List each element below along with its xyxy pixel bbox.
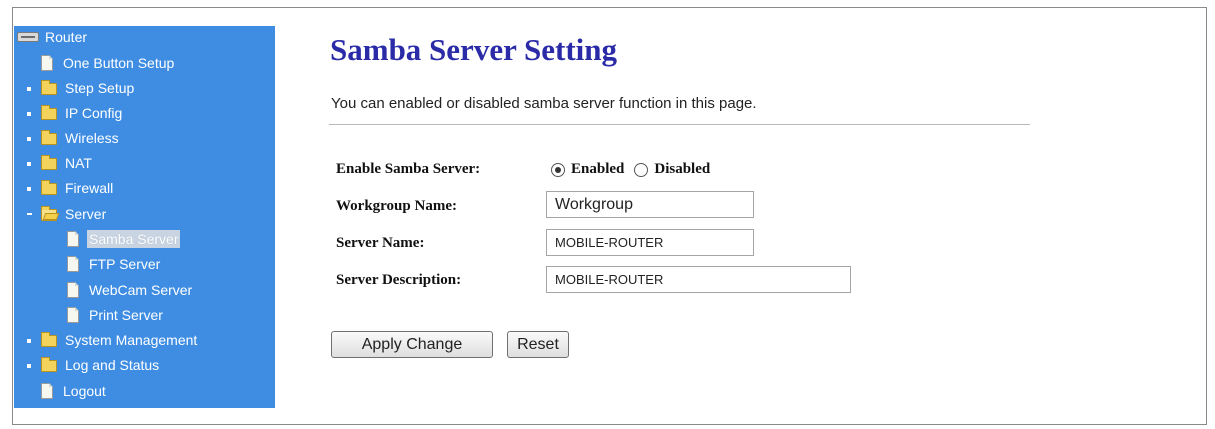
sidebar-item-label: One Button Setup: [63, 55, 175, 71]
sidebar-item-label: NAT: [65, 155, 92, 171]
page-icon: [67, 256, 79, 272]
sidebar-nav: Router One Button Setup Step Setup IP Co…: [14, 26, 275, 408]
tree-bullet: [27, 112, 31, 116]
page-icon: [41, 383, 53, 399]
sidebar-item-nat[interactable]: NAT: [41, 152, 92, 174]
sidebar-item-wireless[interactable]: Wireless: [41, 127, 119, 149]
sidebar-item-label: Step Setup: [65, 80, 135, 96]
tree-bullet: [27, 137, 31, 141]
sidebar-item-firewall[interactable]: Firewall: [41, 177, 113, 199]
sidebar-item-ftp-server[interactable]: FTP Server: [67, 253, 160, 275]
sidebar-item-label: System Management: [65, 332, 198, 348]
sidebar-item-label: WebCam Server: [89, 282, 193, 298]
page-icon: [41, 55, 53, 71]
page-icon: [67, 231, 79, 247]
page-description: You can enabled or disabled samba server…: [331, 95, 757, 112]
sidebar-item-ip-config[interactable]: IP Config: [41, 102, 122, 124]
reset-button[interactable]: Reset: [507, 331, 569, 358]
folder-icon: [41, 130, 57, 145]
enable-samba-label: Enable Samba Server:: [336, 161, 481, 177]
disabled-radio[interactable]: [634, 162, 649, 177]
sidebar-item-log-and-status[interactable]: Log and Status: [41, 354, 159, 376]
page-icon: [67, 282, 79, 298]
folder-icon: [41, 180, 57, 195]
workgroup-name-input[interactable]: [546, 191, 754, 218]
tree-bullet: [27, 162, 31, 166]
page-icon: [67, 307, 79, 323]
section-divider: [329, 124, 1030, 125]
sidebar-item-logout[interactable]: Logout: [41, 380, 106, 402]
server-description-label: Server Description:: [336, 272, 462, 288]
folder-icon: [41, 105, 57, 120]
server-description-input[interactable]: [546, 266, 851, 293]
sidebar-item-webcam-server[interactable]: WebCam Server: [67, 279, 192, 301]
sidebar-item-label: IP Config: [65, 105, 123, 121]
sidebar-item-label: FTP Server: [89, 256, 161, 272]
disabled-radio-label[interactable]: Disabled: [654, 161, 710, 178]
sidebar-item-system-management[interactable]: System Management: [41, 329, 197, 351]
folder-icon: [41, 80, 57, 95]
server-name-label: Server Name:: [336, 235, 425, 251]
sidebar-item-print-server[interactable]: Print Server: [67, 304, 163, 326]
tree-bullet: [27, 187, 31, 191]
apply-change-button[interactable]: Apply Change: [331, 331, 493, 358]
sidebar-item-label: Logout: [63, 383, 106, 399]
tree-bullet: [27, 87, 31, 91]
enable-samba-radio-group: Enabled Disabled: [551, 161, 720, 178]
sidebar-item-label: Firewall: [65, 180, 114, 196]
sidebar-item-step-setup[interactable]: Step Setup: [41, 77, 134, 99]
folder-icon: [41, 332, 57, 347]
sidebar-item-label: Log and Status: [65, 357, 160, 373]
sidebar-item-label: Print Server: [89, 307, 163, 323]
sidebar-item-one-button-setup[interactable]: One Button Setup: [41, 52, 174, 74]
folder-icon: [41, 155, 57, 170]
router-icon: [17, 32, 39, 42]
sidebar-root-label: Router: [45, 29, 88, 45]
sidebar-root-router[interactable]: Router: [17, 26, 87, 48]
sidebar-item-label-selected: Samba Server: [87, 230, 181, 248]
sidebar-item-label: Server: [65, 206, 107, 222]
workgroup-name-label: Workgroup Name:: [336, 198, 457, 214]
enabled-radio[interactable]: [551, 162, 565, 177]
tree-bullet: [27, 364, 31, 368]
sidebar-item-samba-server[interactable]: Samba Server: [67, 228, 181, 250]
enabled-radio-label[interactable]: Enabled: [571, 161, 624, 178]
folder-icon: [41, 357, 57, 372]
folder-open-icon: [41, 206, 57, 221]
tree-bullet: [27, 339, 31, 343]
sidebar-item-server[interactable]: Server: [41, 203, 106, 225]
server-name-input[interactable]: [546, 229, 754, 256]
tree-collapse-marker: [27, 213, 32, 215]
sidebar-item-label: Wireless: [65, 130, 119, 146]
page-title: Samba Server Setting: [330, 32, 618, 67]
